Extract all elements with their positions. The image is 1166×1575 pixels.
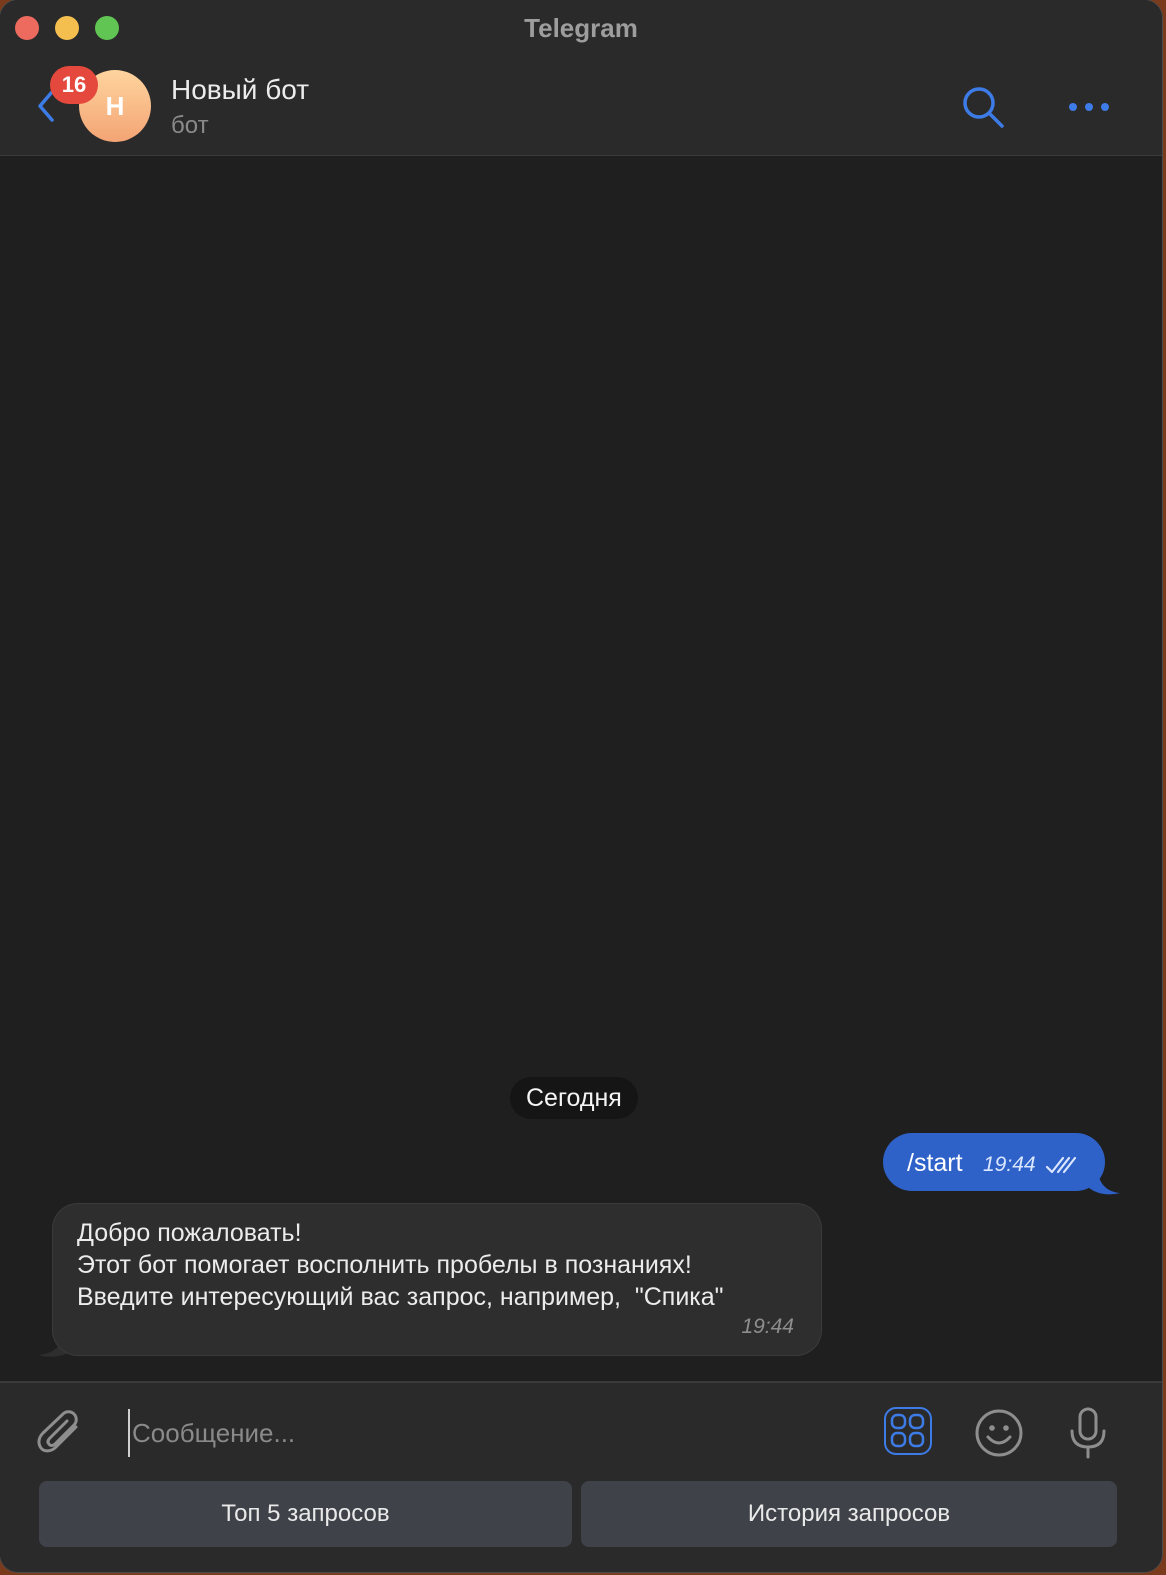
paperclip-icon [37, 1410, 78, 1453]
message-line: Введите интересующий вас запрос, наприме… [77, 1283, 724, 1311]
microphone-icon [1070, 1407, 1106, 1459]
attach-button[interactable] [36, 1407, 84, 1459]
search-icon [963, 87, 1004, 128]
bot-keyboard-icon [890, 1413, 925, 1448]
search-button[interactable] [960, 84, 1006, 130]
keyboard-button-history[interactable]: История запросов [581, 1481, 1117, 1547]
composer: Топ 5 запросов История запросов [0, 1381, 1162, 1572]
chat-name[interactable]: Новый бот [171, 74, 309, 106]
message-text: /start [907, 1149, 963, 1177]
outgoing-message[interactable]: /start 19:44 [883, 1133, 1105, 1191]
message-time: 19:44 [741, 1315, 794, 1338]
voice-record-button[interactable] [1066, 1405, 1110, 1461]
message-list[interactable]: Сегодня /start 19:44 Добро пожаловать! Э… [0, 156, 1162, 1381]
keyboard-button-top5[interactable]: Топ 5 запросов [39, 1481, 572, 1547]
message-time: 19:44 [983, 1153, 1036, 1176]
window-title: Telegram [524, 13, 638, 43]
emoji-button[interactable] [973, 1407, 1025, 1459]
chat-status: бот [171, 112, 209, 139]
bot-keyboard-button[interactable] [884, 1407, 932, 1455]
emoji-icon [975, 1409, 1023, 1457]
message-line: Добро пожаловать! [77, 1219, 302, 1247]
telegram-window: Telegram Н 16 Новый бот бот Сегодня /sta… [0, 0, 1162, 1572]
unread-badge: 16 [50, 66, 98, 104]
more-dots-icon [1069, 103, 1109, 111]
incoming-message[interactable]: Добро пожаловать! Этот бот помогает восп… [52, 1203, 822, 1356]
message-line: Этот бот помогает восполнить пробелы в п… [77, 1251, 692, 1279]
chat-header: Н 16 Новый бот бот [0, 56, 1162, 157]
message-input[interactable] [128, 1409, 854, 1457]
read-checkmarks-icon [1045, 1156, 1077, 1174]
more-button[interactable] [1066, 94, 1112, 120]
date-separator: Сегодня [510, 1077, 638, 1119]
title-bar: Telegram [0, 0, 1162, 56]
